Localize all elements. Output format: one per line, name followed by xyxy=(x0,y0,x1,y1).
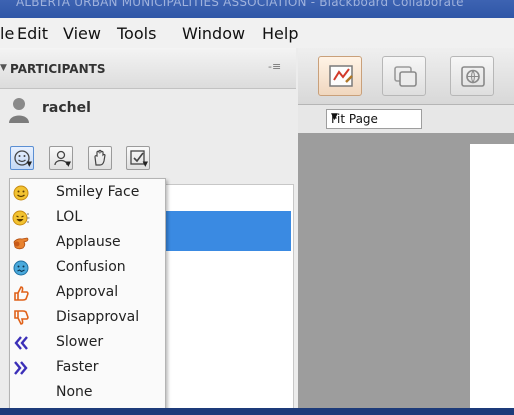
whiteboard-icon xyxy=(329,65,353,87)
emoticon-item-none[interactable]: None xyxy=(10,380,165,405)
double-chevron-right-icon xyxy=(14,361,28,375)
poll-response-button[interactable]: ▼ xyxy=(126,146,150,170)
emoticon-item-label: Disapproval xyxy=(56,309,140,325)
whiteboard-page[interactable] xyxy=(470,144,514,408)
applause-hands-icon xyxy=(13,237,29,250)
emoticon-item-label: None xyxy=(56,384,93,400)
application-share-icon xyxy=(394,66,417,87)
dropdown-indicator-icon: ▼ xyxy=(65,160,71,168)
menu-bar: le Edit View Tools Window Help xyxy=(0,18,514,49)
minimize-icon[interactable]: -≡ xyxy=(268,60,281,73)
zoom-select[interactable]: Fit Page ▼ xyxy=(326,109,422,129)
window-bottom-edge xyxy=(0,408,514,415)
lol-face-icon xyxy=(12,210,30,226)
thumbs-up-icon xyxy=(14,286,29,301)
emoticon-item-label: Slower xyxy=(56,334,104,350)
raise-hand-icon xyxy=(94,149,106,166)
window-title-bar: ALBERTA URBAN MUNICIPALITIES ASSOCIATION… xyxy=(0,0,514,18)
emoticon-item-faster[interactable]: Faster xyxy=(10,355,165,380)
participant-status-toolbar: ▼ ▼ ▼ xyxy=(0,138,296,176)
emoticon-button[interactable]: ▼ xyxy=(10,146,34,170)
emoticon-item-label: Faster xyxy=(56,359,99,375)
profile-button[interactable]: ▼ xyxy=(49,146,73,170)
emoticon-item-lol[interactable]: LOL xyxy=(10,205,165,230)
emoticon-item-label: LOL xyxy=(56,209,83,225)
dropdown-indicator-icon: ▼ xyxy=(142,160,148,168)
confusion-face-icon xyxy=(13,260,29,276)
emoticon-item-smiley-face[interactable]: Smiley Face xyxy=(10,180,165,205)
emoticon-item-label: Approval xyxy=(56,284,119,300)
current-user-row: rachel xyxy=(0,90,296,134)
menu-view[interactable]: View xyxy=(63,24,101,43)
zoom-bar: Fit Page ▼ xyxy=(298,105,514,133)
smiley-face-icon xyxy=(13,185,29,201)
raise-hand-button[interactable] xyxy=(88,146,112,170)
content-mode-toolbar xyxy=(298,48,514,105)
window-title: ALBERTA URBAN MUNICIPALITIES ASSOCIATION… xyxy=(16,0,464,9)
emoticon-menu: Smiley Face LOL Applause Confusion Appro… xyxy=(9,178,166,409)
emoticon-item-label: Applause xyxy=(56,234,121,250)
menu-tools[interactable]: Tools xyxy=(117,24,156,43)
emoticon-item-applause[interactable]: Applause xyxy=(10,230,165,255)
emoticon-item-approval[interactable]: Approval xyxy=(10,280,165,305)
participants-panel-header[interactable]: ▼ PARTICIPANTS -≡ xyxy=(0,48,296,89)
participants-panel-title: PARTICIPANTS xyxy=(10,62,106,76)
current-user-name: rachel xyxy=(42,100,91,116)
web-tour-icon xyxy=(461,66,485,87)
emoticon-item-confusion[interactable]: Confusion xyxy=(10,255,165,280)
menu-file[interactable]: le xyxy=(0,24,14,43)
user-silhouette-icon xyxy=(9,98,29,123)
emoticon-item-label: Smiley Face xyxy=(56,184,140,200)
thumbs-down-icon xyxy=(14,310,29,325)
menu-window[interactable]: Window xyxy=(182,24,245,43)
menu-help[interactable]: Help xyxy=(262,24,298,43)
menu-edit[interactable]: Edit xyxy=(17,24,48,43)
dropdown-indicator-icon: ▼ xyxy=(26,160,32,168)
caret-down-icon: ▼ xyxy=(331,112,338,122)
emoticon-item-label: Confusion xyxy=(56,259,126,275)
whiteboard-area: Fit Page ▼ xyxy=(298,48,514,408)
emoticon-item-disapproval[interactable]: Disapproval xyxy=(10,305,165,330)
triangle-down-icon[interactable]: ▼ xyxy=(0,63,7,73)
web-tour-button[interactable] xyxy=(450,56,494,96)
double-chevron-left-icon xyxy=(14,336,28,350)
whiteboard-mode-button[interactable] xyxy=(318,56,362,96)
emoticon-item-slower[interactable]: Slower xyxy=(10,330,165,355)
application-share-button[interactable] xyxy=(382,56,426,96)
